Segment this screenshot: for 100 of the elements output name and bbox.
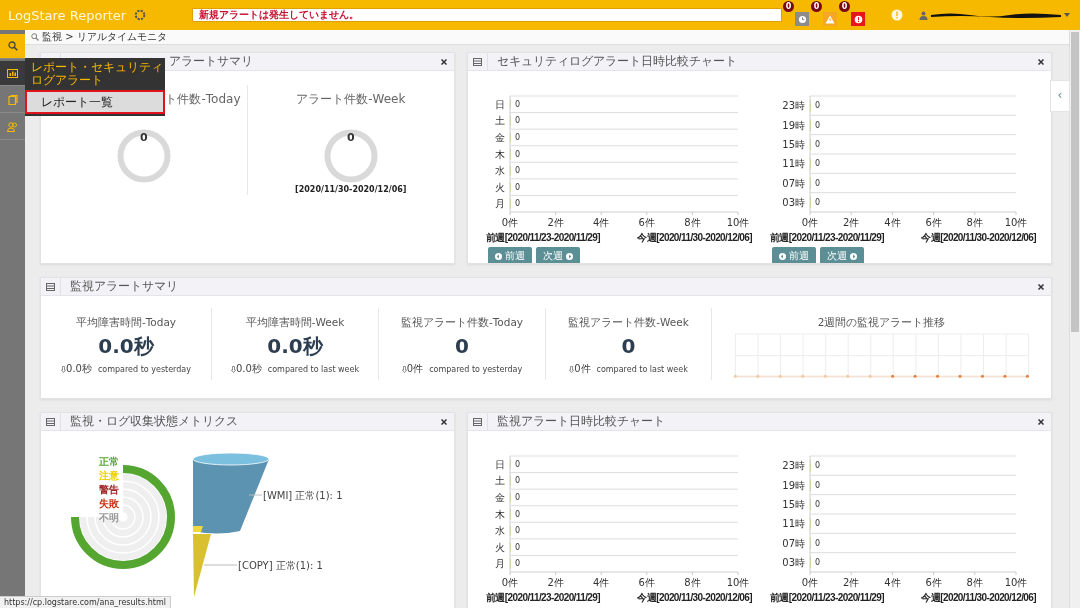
tick-label: 4件	[884, 216, 901, 228]
category-label: 火	[495, 181, 505, 193]
category-label: 金	[495, 131, 505, 143]
alert-button[interactable]	[851, 12, 865, 26]
data-label: 0	[515, 559, 521, 569]
tick-label: 10件	[1004, 216, 1028, 228]
delta-value: 0.0秒	[66, 362, 92, 376]
breadcrumb: 監視 > リアルタイムモニタ	[42, 30, 167, 44]
down-arrow-icon	[401, 365, 407, 373]
warning-icon	[825, 14, 835, 24]
data-label: 0	[515, 459, 521, 469]
data-label: 0	[515, 149, 521, 159]
data-label: 0	[515, 166, 521, 176]
compare-text: compared to yesterday	[429, 364, 523, 374]
tick-label: 8件	[684, 216, 701, 228]
category-label: 07時	[782, 177, 805, 189]
date-range: [2020/11/30-2020/12/06]	[295, 185, 407, 194]
left-arrow-icon	[779, 252, 786, 260]
menu-item[interactable]: レポート一覧	[25, 90, 165, 114]
chart-title: 2週間の監視アラート推移	[817, 315, 946, 329]
next-week-button[interactable]: 次週	[536, 247, 580, 263]
data-label: 0	[515, 492, 521, 502]
data-label: 0	[515, 476, 521, 486]
close-icon[interactable]	[1038, 58, 1044, 65]
category-label: 土	[495, 115, 505, 127]
right-arrow-icon	[850, 252, 857, 260]
menu-title: レポート・セキュリティログアラート	[30, 59, 164, 89]
alert-button[interactable]	[795, 12, 809, 26]
stat-title: 監視アラート件数-Today	[400, 315, 524, 329]
chart-icon	[7, 68, 18, 78]
panel-icon	[46, 282, 55, 291]
data-label: 0	[515, 116, 521, 126]
data-label: 0	[815, 139, 821, 149]
category-label: 月	[495, 198, 505, 210]
book-icon	[7, 95, 18, 105]
tick-label: 6件	[925, 576, 942, 588]
prev-week-label: 前週[2020/11/23-2020/11/29]	[770, 591, 884, 605]
category-label: 11時	[782, 158, 805, 170]
panel-title: セキュリティログアラート日時比較チャート	[497, 54, 737, 69]
data-label: 0	[815, 178, 821, 188]
legend-label: 注意	[99, 469, 119, 481]
down-arrow-icon	[230, 365, 236, 373]
side-panel-toggle[interactable]: ‹	[1050, 80, 1070, 112]
compare-text: compared to last week	[596, 364, 688, 374]
stat-value: 0	[455, 334, 469, 358]
close-icon[interactable]	[441, 58, 447, 65]
category-label: 11時	[782, 518, 805, 530]
next-week-button[interactable]: 次週	[820, 247, 864, 263]
spinner-icon	[134, 9, 147, 21]
user-icon	[919, 10, 928, 20]
scrollbar-thumb[interactable]	[1071, 32, 1079, 332]
leader-line	[203, 564, 238, 566]
stat-title: 平均障害時間-Today	[75, 315, 177, 329]
stat-value: 0	[138, 131, 149, 144]
prev-week-button[interactable]: 前週	[772, 247, 816, 263]
search-icon	[7, 41, 18, 51]
tick-label: 2件	[547, 576, 564, 588]
tick-label: 6件	[925, 216, 942, 228]
data-label: 0	[515, 182, 521, 192]
funnel-label: [WMI] 正常(1): 1	[263, 489, 343, 501]
category-label: 月	[495, 558, 505, 570]
data-label: 0	[815, 499, 821, 509]
stat-title: 監視アラート件数-Week	[568, 315, 689, 329]
prev-week-button[interactable]: 前週	[488, 247, 532, 263]
this-week-label: 今週[2020/11/30-2020/12/06]	[637, 591, 752, 605]
category-label: 土	[495, 475, 505, 487]
category-label: 23時	[782, 100, 805, 112]
down-arrow-icon	[61, 365, 66, 373]
category-label: 日	[495, 98, 505, 110]
data-label: 0	[515, 509, 521, 519]
count-badge: 0	[783, 1, 794, 12]
close-icon[interactable]	[441, 418, 447, 425]
delta-value: 0.0秒	[235, 362, 262, 376]
close-icon[interactable]	[1038, 418, 1044, 425]
category-label: 木	[495, 148, 505, 160]
leader-line	[248, 494, 263, 496]
status-url: https://cp.logstare.com/ana_results.html	[0, 596, 171, 608]
donut-ring	[116, 129, 171, 183]
data-label: 0	[815, 159, 821, 169]
this-week-label: 今週[2020/11/30-2020/12/06]	[921, 231, 1036, 245]
category-label: 水	[495, 165, 505, 177]
data-label: 0	[815, 461, 821, 471]
tick-label: 4件	[593, 576, 610, 588]
compare-text: compared to last week	[267, 364, 360, 374]
tick-label: 6件	[638, 216, 655, 228]
tick-label: 0件	[501, 216, 519, 228]
data-label: 0	[815, 197, 821, 207]
this-week-label: 今週[2020/11/30-2020/12/06]	[921, 591, 1036, 605]
category-label: 火	[495, 541, 505, 553]
close-icon[interactable]	[1038, 283, 1044, 290]
count-badge: 0	[839, 1, 850, 12]
count-badge: 0	[811, 1, 822, 12]
donut-ring	[323, 129, 378, 183]
tick-label: 10件	[726, 216, 750, 228]
panel-title: アラートサマリ	[169, 54, 253, 69]
category-label: 23時	[782, 460, 805, 472]
prev-week-label: 前週[2020/11/23-2020/11/29]	[486, 591, 600, 605]
tick-label: 8件	[966, 216, 983, 228]
sidebar-item[interactable]	[0, 34, 25, 59]
sidebar-item[interactable]	[0, 61, 25, 86]
